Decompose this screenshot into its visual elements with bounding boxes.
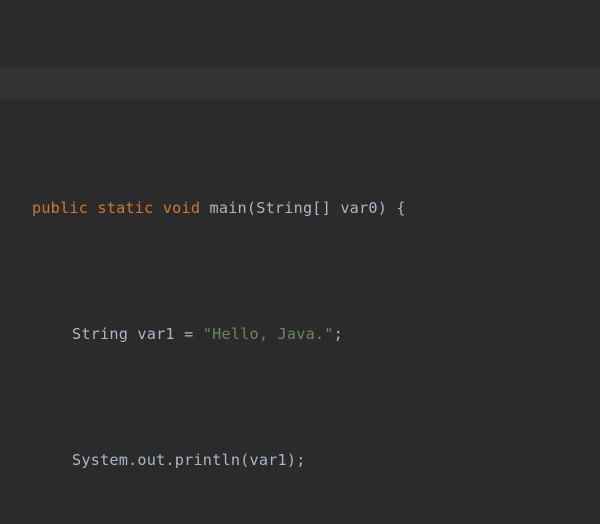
keyword: static — [97, 199, 153, 217]
keyword: public — [32, 199, 88, 217]
code-editor[interactable]: public static void main(String[] var0) {… — [0, 0, 600, 524]
keyword: void — [163, 199, 200, 217]
field-ref: out — [137, 451, 165, 469]
code-text: String var1 = — [72, 325, 203, 343]
string-literal: "Hello, Java." — [203, 325, 334, 343]
current-line-highlight — [0, 67, 600, 99]
code-line: System.out.println(var1); — [32, 445, 600, 477]
code-line: public static void main(String[] var0) { — [32, 193, 600, 225]
code-text: main(String[] var0) { — [210, 199, 406, 217]
code-content: public static void main(String[] var0) {… — [32, 99, 600, 524]
code-line: String var1 = "Hello, Java."; — [32, 319, 600, 351]
